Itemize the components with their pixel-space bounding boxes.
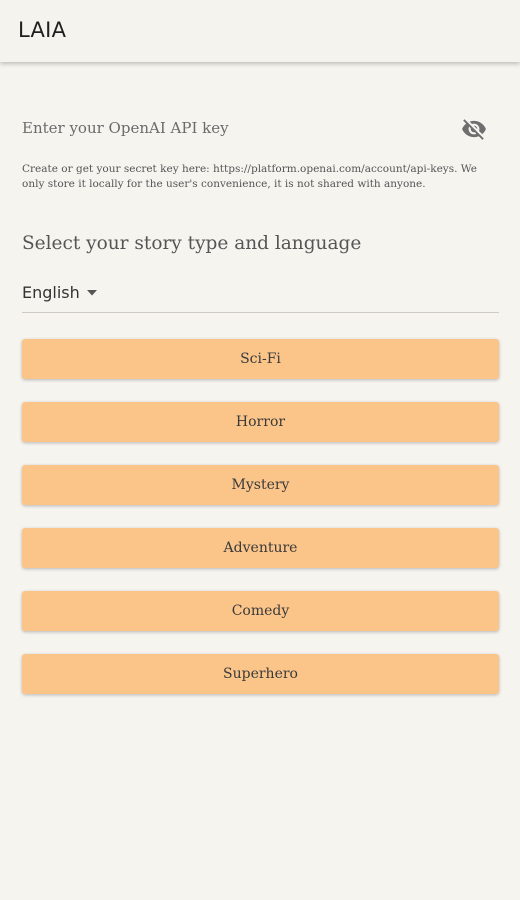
app-title: LAIA xyxy=(18,18,67,42)
eye-off-icon[interactable] xyxy=(461,116,487,142)
api-key-helper-text: Create or get your secret key here: http… xyxy=(22,163,477,190)
language-dropdown[interactable]: English xyxy=(22,280,499,313)
story-type-button-comedy[interactable]: Comedy xyxy=(22,591,499,631)
story-type-button-sci-fi[interactable]: Sci-Fi xyxy=(22,339,499,379)
story-type-button-adventure[interactable]: Adventure xyxy=(22,528,499,568)
story-type-button-superhero[interactable]: Superhero xyxy=(22,654,499,694)
api-key-input[interactable] xyxy=(22,114,442,142)
story-section-title: Select your story type and language xyxy=(22,233,362,254)
story-type-button-horror[interactable]: Horror xyxy=(22,402,499,442)
language-selected-value: English xyxy=(22,283,80,302)
dropdown-arrow-icon xyxy=(87,290,97,296)
api-key-row xyxy=(22,114,499,146)
app-bar: LAIA xyxy=(0,0,520,62)
story-type-button-mystery[interactable]: Mystery xyxy=(22,465,499,505)
